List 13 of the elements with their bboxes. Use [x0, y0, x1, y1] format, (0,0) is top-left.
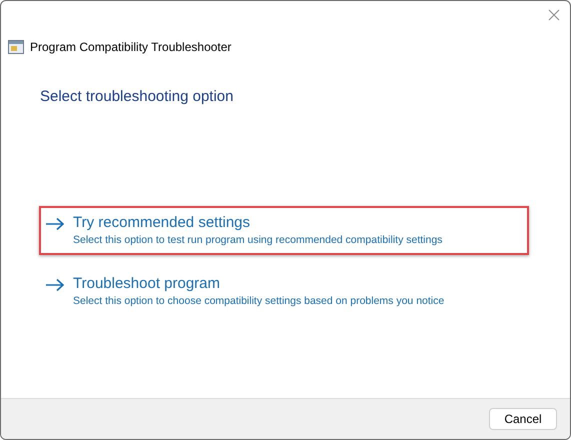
- window-title: Program Compatibility Troubleshooter: [30, 39, 232, 56]
- arrow-icon: [45, 278, 65, 292]
- cancel-button[interactable]: Cancel: [489, 408, 557, 430]
- page-heading: Select troubleshooting option: [40, 87, 234, 107]
- program-window-icon: [8, 39, 24, 55]
- troubleshooting-option[interactable]: Try recommended settings Select this option to test run program using recommended compatibility settings: [39, 206, 529, 254]
- option-description: Select this option to test run program using recommended compatibility settings: [73, 232, 442, 248]
- close-icon[interactable]: [548, 9, 560, 21]
- option-title: Try recommended settings: [73, 212, 252, 232]
- troubleshooting-option[interactable]: Troubleshoot program Select this option to choose compatibility settings based on problems you notice: [39, 266, 529, 316]
- arrow-icon: [45, 216, 65, 230]
- option-title: Troubleshoot program: [73, 274, 222, 294]
- option-description: Select this option to choose compatibility settings based on problems you notice: [73, 294, 444, 308]
